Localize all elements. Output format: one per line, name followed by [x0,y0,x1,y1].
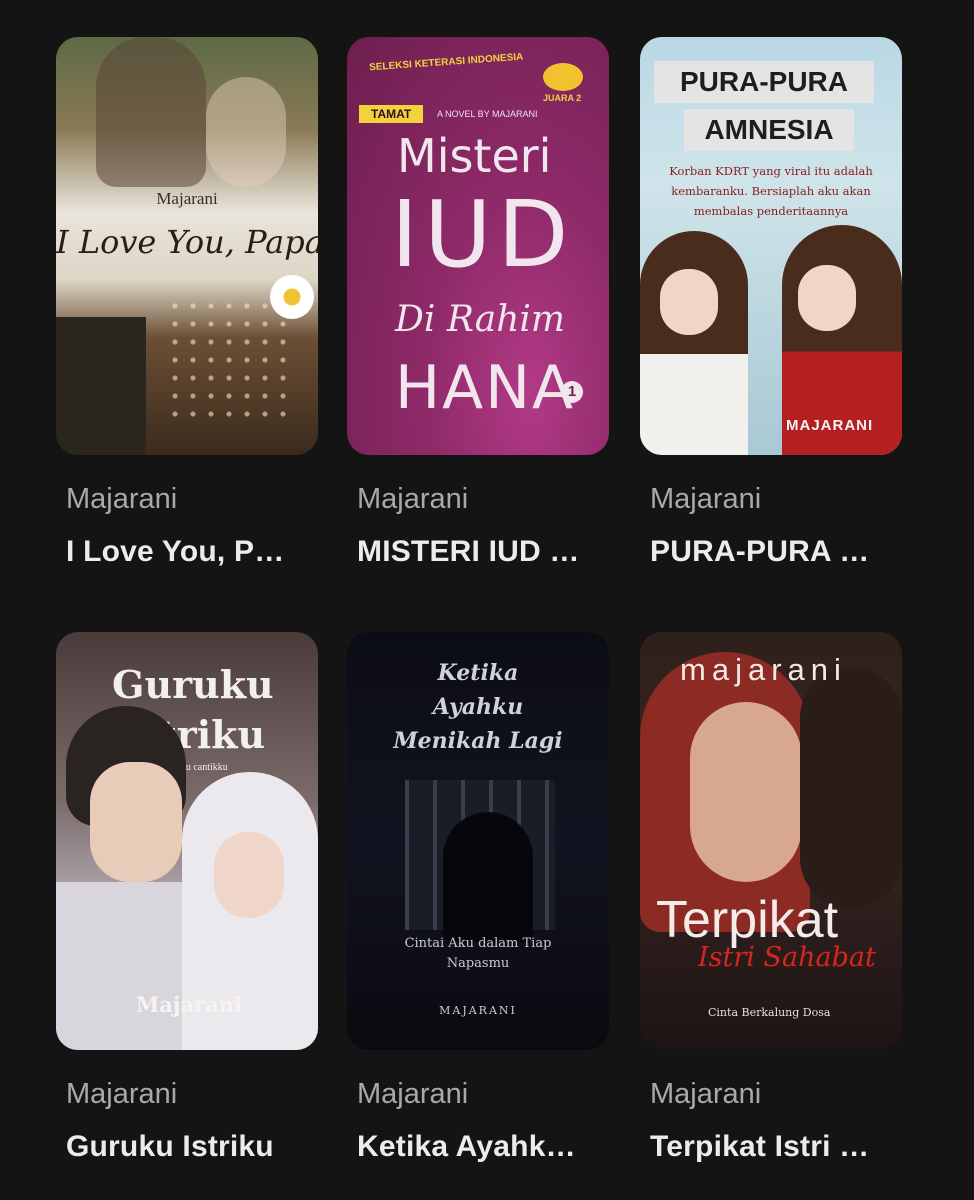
cover-tagline: Cinta Berkalung Dosa [708,1006,831,1019]
cover-figure [690,702,802,882]
cover-figure [800,668,902,908]
cover-figure [96,37,206,187]
cover-title-line: Misteri [397,129,552,183]
book-title[interactable]: PURA-PURA … [650,535,900,569]
book-title[interactable]: Terpikat Istri … [650,1130,900,1164]
cover-title-line: Istri Sahabat [698,942,876,973]
book-cover-image[interactable]: SELEKSI KETERASI INDONESIA JUARA 2 TAMAT… [347,37,609,455]
book-cover-image[interactable]: Guruku Istriku Menjebak guru cantikku Ma… [56,632,318,1050]
book-cover-image[interactable]: Majarani I Love You, Papa [56,37,318,455]
cover-figure [640,231,748,455]
cover-figure [798,265,856,331]
cover-title-line: Terpikat [656,891,839,949]
cover-title-line: Ayahku [432,694,524,720]
book-title[interactable]: Guruku Istriku [66,1130,316,1164]
cover-title-line: Di Rahim [395,299,566,340]
award-badge: SELEKSI KETERASI INDONESIA [368,51,524,74]
book-author: Majarani [66,1078,178,1110]
book-title[interactable]: MISTERI IUD … [357,535,607,569]
cover-author: MAJARANI [786,417,874,434]
cover-figure [56,882,196,1050]
cover-author: MAJARANI [439,1004,517,1017]
book-title[interactable]: Ketika Ayahk… [357,1130,607,1164]
award-rank: JUARA 2 [543,93,582,103]
book-author: Majarani [66,483,178,515]
cover-title-line: Menikah Lagi [393,728,563,754]
cover-subtitle: Cintai Aku dalam Tiap [404,936,552,951]
cover-author: majarani [680,652,847,687]
cover-figure [443,812,533,942]
book-author: Majarani [650,1078,762,1110]
cover-tagline: Korban KDRT yang viral itu adalah kembar… [669,164,873,218]
trophy-icon [543,63,583,91]
cover-subtitle: Napasmu [446,956,510,971]
cover-title-line: AMNESIA [684,109,854,151]
daisy-icon [270,275,314,319]
cover-title: I Love You, Papa [56,223,318,261]
cover-title-line: Guruku [112,662,274,707]
cover-figure [214,832,284,918]
book-cover-image[interactable]: majarani Terpikat Istri Sahabat Cinta Be… [640,632,902,1050]
book-author: Majarani [357,1078,469,1110]
volume-badge: 1 [561,381,583,403]
book-author: Majarani [357,483,469,515]
cover-title-line: HANA [395,353,576,423]
cover-author: Majarani [156,189,218,208]
cover-title-line: IUD [391,181,575,288]
book-cover-image[interactable]: PURA-PURA AMNESIA Korban KDRT yang viral… [640,37,902,455]
cover-figure [56,317,146,455]
cover-title-line: Ketika [437,660,519,686]
cover-byline: A NOVEL BY MAJARANI [437,109,538,119]
cover-title-line: PURA-PURA [654,61,874,103]
cover-figure [90,762,182,882]
cover-figure [206,77,286,187]
cover-figure [660,269,718,335]
book-title[interactable]: I Love You, P… [66,535,316,569]
cover-author: Majarani [136,992,242,1017]
book-author: Majarani [650,483,762,515]
cover-bokeh [166,297,286,417]
book-cover-image[interactable]: Ketika Ayahku Menikah Lagi Cintai Aku da… [347,632,609,1050]
status-badge: TAMAT [359,105,424,123]
